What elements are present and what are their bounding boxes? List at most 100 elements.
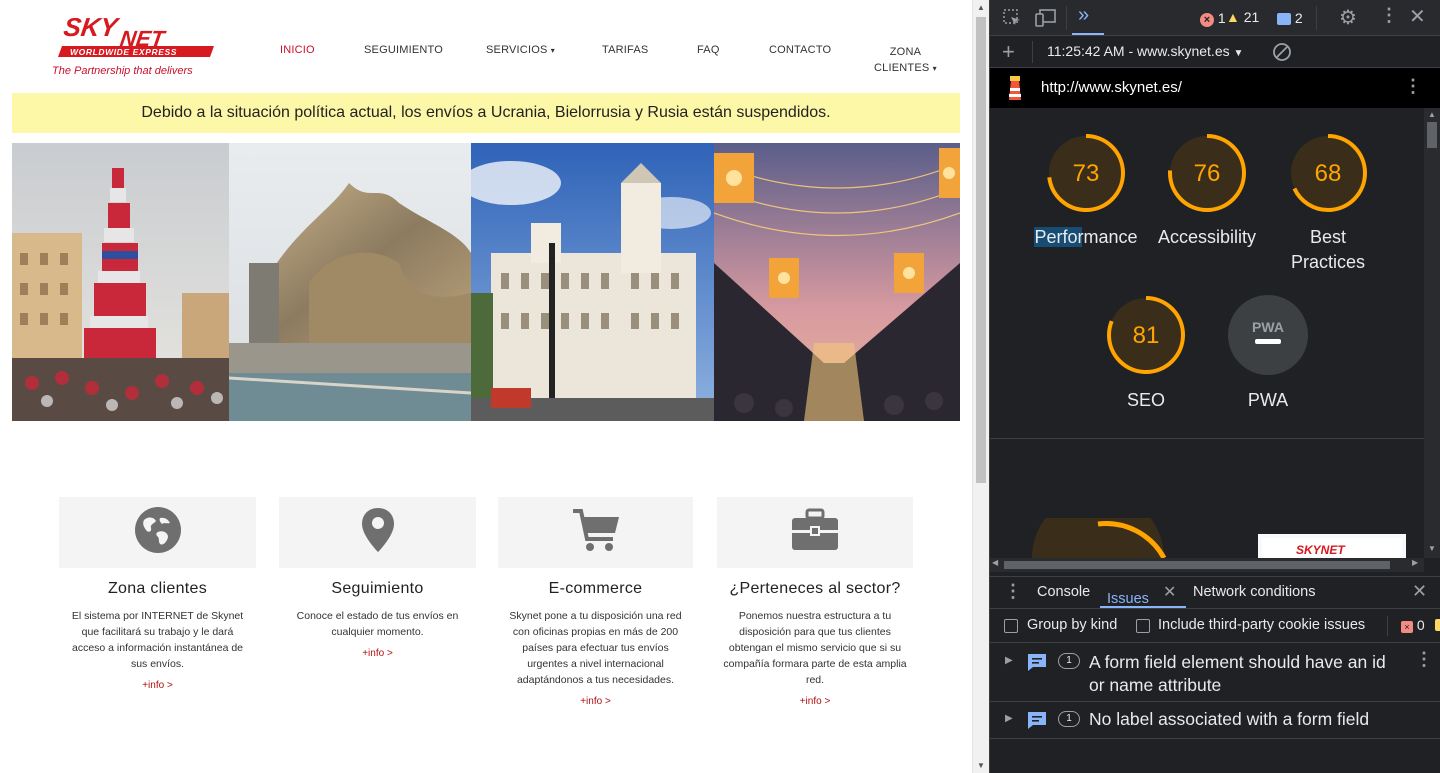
warning-badge-icon — [1435, 619, 1440, 631]
lighthouse-report: 73 Performance 76 Accessibility 68 Best … — [990, 108, 1424, 558]
card-title: E-commerce — [548, 580, 643, 597]
svg-text:SKY: SKY — [62, 12, 122, 42]
nav-clientes-label: CLIENTES — [874, 62, 930, 74]
error-count[interactable]: × 1 — [1200, 10, 1226, 27]
url-more-icon[interactable]: ⋮ — [1404, 76, 1422, 97]
hero-photo-cibeles-palace — [471, 143, 714, 421]
card-text: Conoce el estado de tus envíos en cualqu… — [296, 610, 459, 638]
card-ecommerce: E-commerce Skynet pone a tu disposición … — [498, 497, 693, 707]
clear-reports-icon[interactable] — [1272, 42, 1292, 65]
card-seguimiento: Seguimiento Conoce el estado de tus enví… — [279, 497, 476, 659]
issue-message-icon — [1026, 710, 1048, 735]
warning-icon: ▲ — [1226, 9, 1240, 25]
screenshot-thumbnail[interactable]: SKYNET — [1258, 534, 1406, 558]
scroll-down-icon[interactable]: ▼ — [976, 761, 986, 770]
report-hscrollbar[interactable]: ◀ ▶ — [990, 558, 1424, 572]
warning-count-value: 21 — [1243, 9, 1260, 25]
nav-seguimiento[interactable]: SEGUIMIENTO — [364, 44, 443, 56]
third-party-checkbox[interactable] — [1136, 619, 1150, 633]
inspect-element-icon[interactable] — [1002, 8, 1022, 33]
message-count[interactable]: 2 — [1277, 10, 1303, 26]
gauge-ring-performance: 73 — [1047, 134, 1125, 212]
close-drawer-icon[interactable]: ✕ — [1412, 581, 1427, 602]
pwa-badge-icon: PWA — [1228, 295, 1308, 375]
close-issues-tab-icon[interactable]: ✕ — [1163, 582, 1176, 602]
gauge-accessibility[interactable]: 76 — [1166, 132, 1248, 214]
best-label-line1: Best — [1309, 227, 1347, 247]
scroll-left-icon[interactable]: ◀ — [992, 558, 998, 567]
tab-network-conditions[interactable]: Network conditions — [1193, 584, 1316, 600]
report-selector[interactable]: 11:25:42 AM - www.skynet.es ▼ — [1047, 43, 1243, 59]
report-selector-label: 11:25:42 AM - www.skynet.es — [1047, 43, 1230, 59]
card-title: Zona clientes — [107, 580, 208, 597]
card-icon-box — [498, 497, 693, 568]
gauge-pwa[interactable]: PWA — [1227, 294, 1309, 376]
card-more-link[interactable]: +info > — [279, 648, 476, 659]
drawer-menu-icon[interactable]: ⋮ — [1004, 581, 1022, 602]
gauge-performance[interactable]: 73 — [1045, 132, 1127, 214]
card-more-link[interactable]: +info > — [59, 680, 256, 691]
gauge-seo[interactable]: 81 — [1105, 294, 1187, 376]
issue-title: No label associated with a form field — [1089, 709, 1370, 729]
pwa-badge-text: PWA — [1252, 319, 1284, 335]
issue-title: A form field element should have an id — [1089, 652, 1386, 672]
message-count-value: 2 — [1294, 10, 1303, 26]
scroll-down-icon[interactable]: ▼ — [1428, 544, 1436, 553]
issue-row[interactable]: ▶ 1 No label associated with a form fiel… — [990, 702, 1440, 739]
card-more-link[interactable]: +info > — [498, 696, 693, 707]
card-more-link[interactable]: +info > — [717, 696, 913, 707]
gauge-performance-label: Performance — [1030, 225, 1142, 250]
nav-inicio[interactable]: INICIO — [280, 44, 315, 56]
scroll-up-icon[interactable]: ▲ — [976, 3, 986, 12]
card-zona-clientes: Zona clientes El sistema por INTERNET de… — [59, 497, 256, 691]
gauge-accessibility-score: 76 — [1194, 160, 1221, 187]
card-text: El sistema por INTERNET de Skynet que fa… — [71, 610, 244, 670]
expand-arrow-icon[interactable]: ▶ — [1005, 655, 1013, 666]
device-toggle-icon[interactable] — [1035, 8, 1057, 33]
lighthouse-logo-icon — [1005, 74, 1025, 106]
gauge-performance-score: 73 — [1073, 160, 1100, 187]
issue-more-icon[interactable]: ⋮ — [1415, 649, 1433, 670]
gauge-ring-seo: 81 — [1107, 296, 1185, 374]
map-pin-icon — [360, 506, 396, 559]
tab-issues-label: Issues — [1107, 591, 1149, 607]
expand-arrow-icon[interactable]: ▶ — [1005, 713, 1013, 724]
thumbnail-logo-icon: SKYNET — [1296, 543, 1346, 557]
hero-photo-guggenheim — [229, 143, 471, 421]
issues-error-count-value: 0 — [1416, 617, 1425, 633]
skynet-logo[interactable]: SKY NET WORLDWIDE EXPRESS The Partnershi… — [50, 12, 220, 78]
hero-photo-castellers — [12, 143, 229, 421]
settings-gear-icon[interactable]: ⚙ — [1339, 5, 1357, 30]
warning-count[interactable]: ▲ 21 — [1226, 9, 1259, 25]
message-icon — [1277, 13, 1291, 26]
close-devtools-icon[interactable]: ✕ — [1409, 4, 1426, 29]
tab-console[interactable]: Console — [1037, 584, 1090, 600]
new-report-icon[interactable]: + — [1002, 39, 1015, 65]
gauge-seo-label: SEO — [1126, 390, 1165, 410]
nav-faq[interactable]: FAQ — [697, 44, 720, 56]
nav-servicios[interactable]: SERVICIOS ▾ — [486, 44, 555, 56]
page-scrollbar[interactable]: ▲ ▼ — [972, 0, 989, 773]
card-title: Seguimiento — [331, 580, 424, 597]
nav-tarifas[interactable]: TARIFAS — [602, 44, 648, 56]
issue-row[interactable]: ▶ 1 A form field element should have an … — [990, 643, 1440, 702]
nav-contacto[interactable]: CONTACTO — [769, 44, 831, 56]
divider — [990, 438, 1424, 439]
nav-zona-clientes[interactable]: ZONA CLIENTES ▾ — [874, 44, 937, 77]
more-options-icon[interactable]: ⋮ — [1380, 5, 1398, 26]
report-scrollbar-thumb[interactable] — [1427, 122, 1437, 148]
report-hscrollbar-thumb[interactable] — [1004, 561, 1390, 569]
gauge-large-partial — [1028, 518, 1168, 558]
gauge-best-practices[interactable]: 68 — [1287, 132, 1369, 214]
scroll-right-icon[interactable]: ▶ — [1412, 558, 1418, 567]
group-by-kind-checkbox[interactable] — [1004, 619, 1018, 633]
audited-url[interactable]: http://www.skynet.es/ — [1041, 79, 1182, 96]
hero-image-strip — [12, 143, 960, 421]
scroll-up-icon[interactable]: ▲ — [1428, 110, 1436, 119]
more-tabs-chevron-icon[interactable]: » — [1078, 4, 1089, 27]
gauge-best-practices-label: Best Practices — [1272, 225, 1384, 275]
drawer-tabbar: ⋮ Console Issues ✕ Network conditions ✕ — [990, 577, 1440, 609]
website-viewport: SKY NET WORLDWIDE EXPRESS The Partnershi… — [0, 0, 972, 773]
report-scrollbar[interactable]: ▲ ▼ — [1424, 108, 1440, 558]
page-scrollbar-thumb[interactable] — [976, 17, 986, 483]
